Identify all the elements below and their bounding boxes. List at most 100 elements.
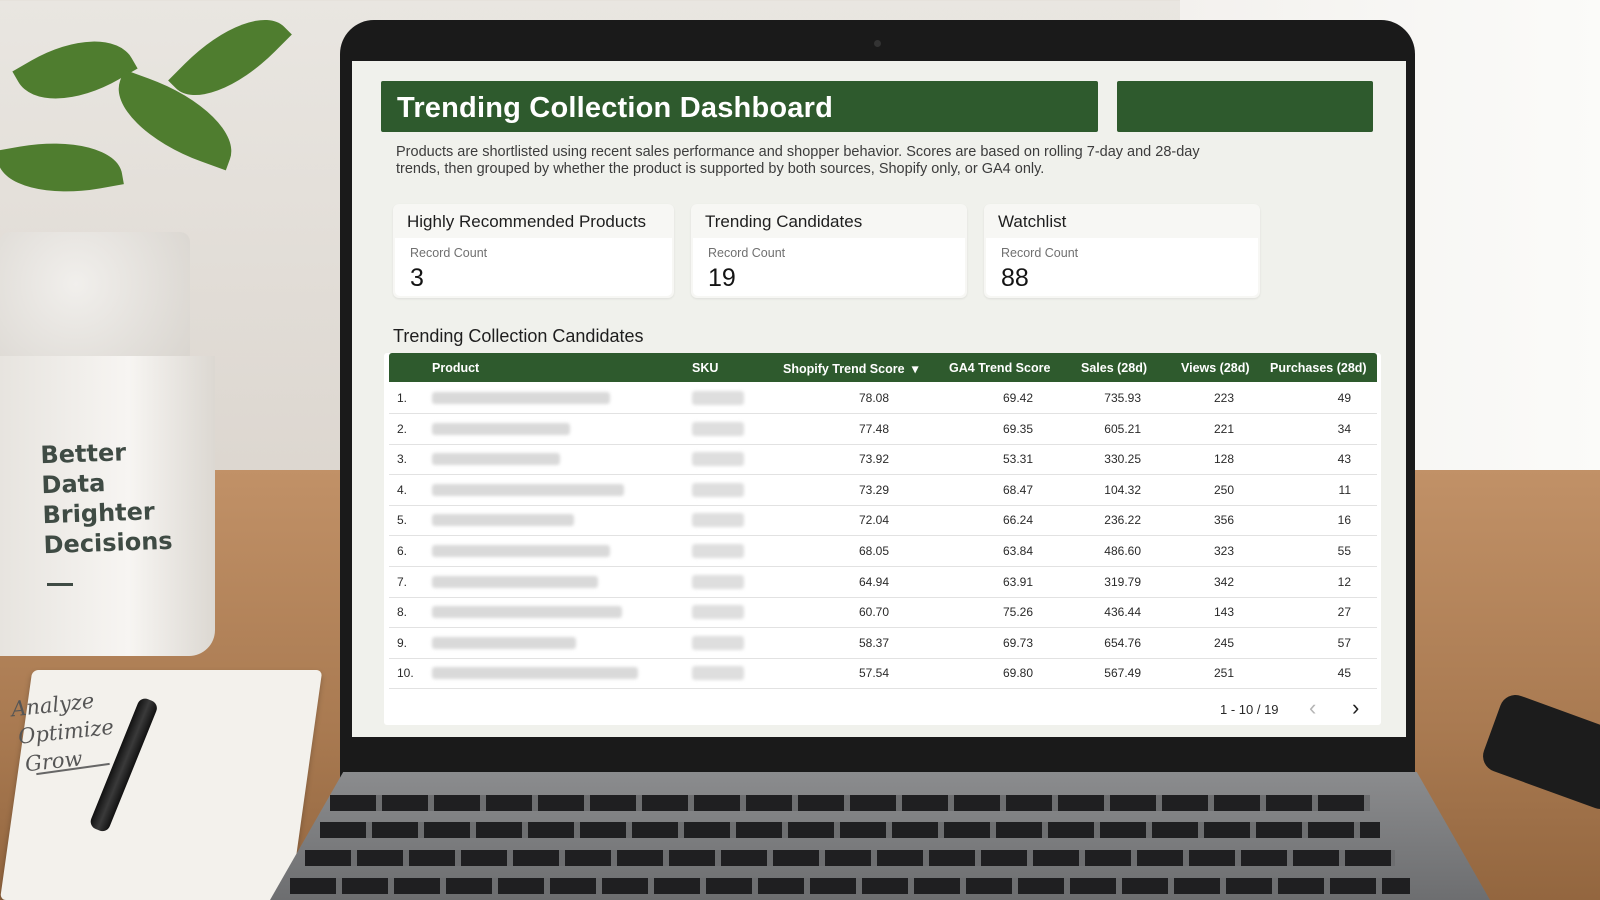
cell-ga4: 69.42 (1002, 391, 1033, 405)
sku-redacted (692, 605, 744, 620)
column-header-sales[interactable]: Sales (28d) (1081, 361, 1147, 375)
table-row[interactable]: 8. 60.70 75.26 436.44 143 27 (389, 597, 1377, 629)
sku-redacted (692, 421, 744, 436)
card-title: Trending Candidates (705, 212, 863, 231)
sku-redacted (692, 391, 744, 405)
sku-redacted (692, 513, 744, 528)
row-number: 1. (397, 391, 408, 405)
table-row[interactable]: 5. 72.04 66.24 236.22 356 16 (389, 505, 1377, 537)
cell-views: 251 (1213, 666, 1234, 681)
cell-sales: 654.76 (1104, 635, 1141, 650)
pagination-prev-button[interactable]: ‹ (1309, 697, 1316, 719)
column-header-product[interactable]: Product (432, 361, 479, 375)
sku-redacted (692, 666, 744, 681)
column-header-label: Shopify Trend Score (783, 362, 905, 376)
product-name-redacted (432, 667, 638, 680)
keyboard-row (305, 850, 1395, 866)
cell-shopify: 57.54 (858, 666, 889, 681)
card-value: 3 (410, 264, 424, 292)
cell-ga4: 69.73 (1002, 635, 1033, 650)
page-title: Trending Collection Dashboard (397, 92, 833, 124)
cell-purchases: 57 (1337, 635, 1351, 650)
card-body: Record Count 3 (395, 238, 672, 296)
card-highly-recommended: Highly Recommended Products Record Count… (393, 204, 674, 298)
column-header-views[interactable]: Views (28d) (1181, 361, 1250, 375)
table-row[interactable]: 4. 73.29 68.47 104.32 250 11 (389, 475, 1377, 506)
cell-purchases: 11 (1338, 482, 1351, 497)
cell-shopify: 73.92 (858, 452, 889, 467)
card-label: Record Count (410, 246, 488, 260)
card-value: 88 (1001, 264, 1029, 292)
cell-shopify: 72.04 (858, 513, 889, 528)
card-title: Watchlist (998, 212, 1067, 231)
cell-shopify: 73.29 (858, 482, 889, 497)
cell-purchases: 49 (1337, 391, 1351, 405)
card-title: Highly Recommended Products (407, 212, 647, 231)
row-number: 10. (397, 666, 414, 681)
cell-views: 323 (1213, 544, 1234, 558)
cell-sales: 436.44 (1104, 605, 1141, 620)
table-row[interactable]: 6. 68.05 63.84 486.60 323 55 (389, 536, 1377, 567)
cell-ga4: 68.47 (1002, 482, 1033, 497)
row-number: 3. (397, 452, 408, 467)
pagination-range: 1 - 10 / 19 (1220, 702, 1279, 717)
cell-ga4: 69.35 (1002, 421, 1033, 436)
row-number: 4. (397, 482, 408, 497)
candidates-table: Product SKU Shopify Trend Score ▾ GA4 Tr… (384, 353, 1381, 725)
cell-views: 250 (1213, 482, 1234, 497)
cell-ga4: 63.91 (1002, 574, 1033, 589)
cell-purchases: 45 (1337, 666, 1351, 681)
page-description: Products are shortlisted using recent sa… (396, 144, 1200, 177)
card-watchlist: Watchlist Record Count 88 (984, 204, 1260, 298)
cell-sales: 236.22 (1104, 513, 1141, 528)
keyboard-row (330, 795, 1370, 811)
card-body: Record Count 19 (693, 238, 965, 296)
cell-sales: 104.32 (1104, 482, 1141, 497)
cell-ga4: 63.84 (1002, 544, 1033, 558)
table-row[interactable]: 1. 78.08 69.42 735.93 223 49 (389, 383, 1377, 414)
column-header-shopify-trend-score[interactable]: Shopify Trend Score ▾ (783, 361, 918, 376)
table-row[interactable]: 3. 73.92 53.31 330.25 128 43 (389, 444, 1377, 476)
cell-sales: 330.25 (1104, 452, 1141, 467)
cell-views: 143 (1213, 605, 1234, 620)
cell-views: 128 (1213, 452, 1234, 467)
card-trending-candidates: Trending Candidates Record Count 19 (691, 204, 967, 298)
cell-sales: 735.93 (1104, 391, 1141, 405)
sku-redacted (692, 544, 744, 558)
product-name-redacted (432, 575, 598, 588)
card-value: 19 (708, 264, 736, 292)
dashboard-screen: Trending Collection Dashboard Products a… (352, 61, 1406, 737)
product-name-redacted (432, 636, 576, 649)
row-number: 2. (397, 421, 408, 436)
column-header-ga4-trend-score[interactable]: GA4 Trend Score (949, 361, 1050, 375)
table-row[interactable]: 7. 64.94 63.91 319.79 342 12 (389, 567, 1377, 598)
cell-shopify: 77.48 (858, 421, 889, 436)
cell-views: 356 (1213, 513, 1234, 528)
row-number: 5. (397, 513, 408, 528)
row-number: 6. (397, 544, 408, 558)
cell-ga4: 69.80 (1002, 666, 1033, 681)
table-title: Trending Collection Candidates (393, 326, 644, 346)
sku-redacted (692, 574, 744, 589)
header-panel (1117, 81, 1373, 132)
mug-text: Better Data Brighter Decisions (39, 438, 174, 560)
cell-shopify: 78.08 (858, 391, 889, 405)
table-row[interactable]: 10. 57.54 69.80 567.49 251 45 (389, 658, 1377, 690)
table-row[interactable]: 2. 77.48 69.35 605.21 221 34 (389, 414, 1377, 445)
table-row[interactable]: 9. 58.37 69.73 654.76 245 57 (389, 628, 1377, 659)
card-label: Record Count (1001, 246, 1079, 260)
product-name-redacted (432, 545, 610, 557)
product-name-redacted (432, 422, 570, 435)
column-header-purchases[interactable]: Purchases (28d) (1270, 361, 1367, 375)
cell-views: 223 (1213, 391, 1234, 405)
plant-leaf (0, 129, 124, 206)
cell-ga4: 53.31 (1002, 452, 1033, 467)
sku-redacted (692, 452, 744, 467)
pagination-next-button[interactable]: › (1352, 697, 1359, 719)
mug-dash (47, 583, 73, 586)
cell-purchases: 12 (1337, 574, 1351, 589)
cell-sales: 319.79 (1104, 574, 1141, 589)
keyboard-row (320, 822, 1380, 838)
column-header-sku[interactable]: SKU (692, 361, 718, 375)
table-header: Product SKU Shopify Trend Score ▾ GA4 Tr… (389, 353, 1377, 382)
